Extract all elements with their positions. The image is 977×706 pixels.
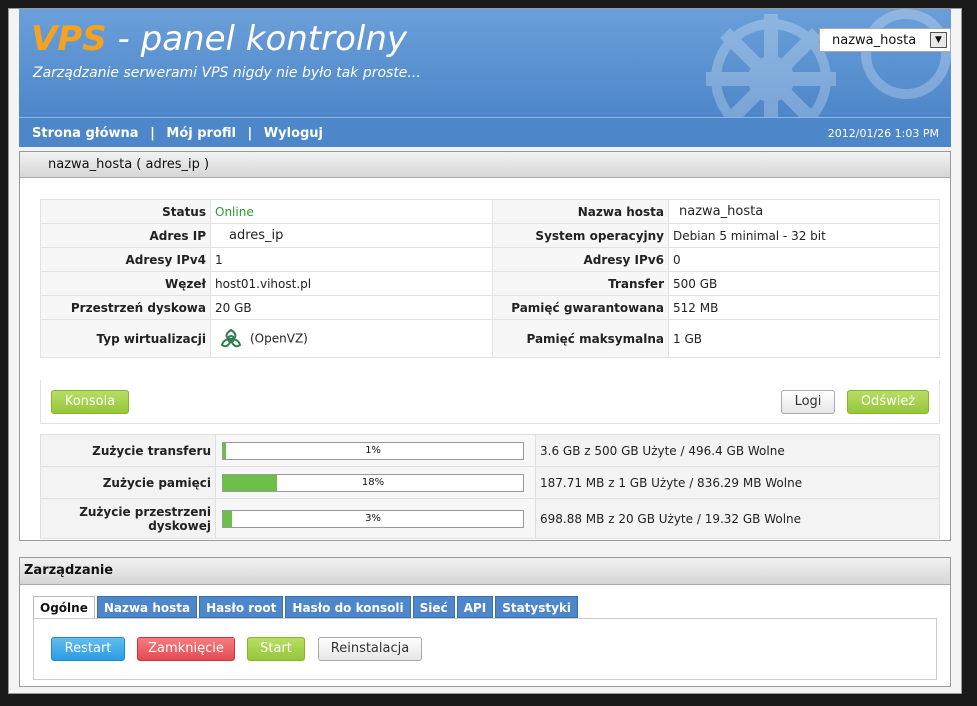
start-button[interactable]: Start xyxy=(247,637,305,661)
info-label: Pamięć maksymalna xyxy=(492,319,669,358)
hostname-value: nazwa_hosta xyxy=(668,199,940,224)
info-label: Adres IP xyxy=(40,223,211,248)
management-tabs: Ogólne Nazwa hosta Hasło root Hasło do kons… xyxy=(33,596,580,619)
usage-bar-cell: 18% xyxy=(215,466,536,499)
table-row: Typ wirtualizacji (OpenVZ) Pamięć maksym… xyxy=(40,319,940,358)
app-logo: VPS - panel kontrolny xyxy=(31,19,407,59)
progress-percent: 3% xyxy=(365,512,381,524)
os-value: Debian 5 minimal - 32 bit xyxy=(668,223,940,248)
table-row: Zużycie transferu 1% 3.6 GB z 500 GB Uży… xyxy=(40,434,940,467)
nav-home-link[interactable]: Strona główna xyxy=(32,126,139,141)
disk-value: 20 GB xyxy=(210,295,493,320)
status-value: Online xyxy=(210,199,493,224)
tab-content-general: Restart Zamknięcie Start Reinstalacja xyxy=(33,618,937,680)
virtualization-value: (OpenVZ) xyxy=(250,331,308,345)
host-select-value: nazwa_hosta xyxy=(832,33,917,48)
app-frame: VPS - panel kontrolny Zarządzanie serwer… xyxy=(8,8,962,694)
info-label: Adresy IPv4 xyxy=(40,247,211,272)
info-label: System operacyjny xyxy=(492,223,669,248)
usage-text: 187.71 MB z 1 GB Użyte / 836.29 MB Wolne xyxy=(535,466,940,499)
usage-label: Zużycie transferu xyxy=(40,434,216,467)
main-nav: Strona główna | Mój profil | Wyloguj xyxy=(32,126,323,141)
virtualization-cell: (OpenVZ) xyxy=(210,319,493,358)
refresh-button[interactable]: Odśwież xyxy=(847,390,929,414)
info-label: Przestrzeń dyskowa xyxy=(40,295,211,320)
nav-separator: | xyxy=(150,126,155,141)
usage-text: 3.6 GB z 500 GB Użyte / 496.4 GB Wolne xyxy=(535,434,940,467)
info-label: Typ wirtualizacji xyxy=(40,319,211,358)
max-memory-value: 1 GB xyxy=(668,319,940,358)
usage-text: 698.88 MB z 20 GB Użyte / 19.32 GB Wolne xyxy=(535,498,940,539)
host-select[interactable]: nazwa_hosta ▼ xyxy=(819,28,951,52)
usage-label: Zużycie pamięci xyxy=(40,466,216,499)
usage-table: Zużycie transferu 1% 3.6 GB z 500 GB Uży… xyxy=(40,434,940,539)
table-row: Zużycie przestrzeni dyskowej 3% 698.88 M… xyxy=(40,498,940,539)
host-actions-row: Konsola Logi Odśwież xyxy=(40,380,940,424)
table-row: Status Online Nazwa hosta nazwa_hosta xyxy=(40,199,940,224)
management-title: Zarządzanie xyxy=(20,558,950,585)
gear-decoration-icon xyxy=(706,9,951,117)
info-label: Węzeł xyxy=(40,271,211,296)
node-value: host01.vihost.pl xyxy=(210,271,493,296)
tagline: Zarządzanie serwerami VPS nigdy nie było… xyxy=(33,65,421,81)
usage-label: Zużycie przestrzeni dyskowej xyxy=(40,498,216,539)
usage-bar-cell: 1% xyxy=(215,434,536,467)
openvz-icon xyxy=(220,328,242,347)
restart-button[interactable]: Restart xyxy=(51,637,125,661)
info-label: Nazwa hosta xyxy=(492,199,669,224)
logo-brand: VPS xyxy=(31,19,107,59)
transfer-value: 500 GB xyxy=(668,271,940,296)
nav-profile-link[interactable]: Mój profil xyxy=(166,126,236,141)
progress-percent: 1% xyxy=(365,444,381,456)
info-label: Pamięć gwarantowana xyxy=(492,295,669,320)
info-label: Status xyxy=(40,199,211,224)
nav-separator: | xyxy=(247,126,253,141)
transfer-progress-bar: 1% xyxy=(222,441,524,460)
table-row: Zużycie pamięci 18% 187.71 MB z 1 GB Uży… xyxy=(40,466,940,499)
table-row: Adresy IPv4 1 Adresy IPv6 0 xyxy=(40,247,940,272)
ip-value: adres_ip xyxy=(210,223,493,248)
current-datetime: 2012/01/26 1:03 PM xyxy=(827,127,939,140)
tab-general[interactable]: Ogólne xyxy=(33,596,95,619)
shutdown-button[interactable]: Zamknięcie xyxy=(137,637,235,661)
host-info-table: Status Online Nazwa hosta nazwa_hosta Ad… xyxy=(40,199,940,358)
tab-hostname[interactable]: Nazwa hosta xyxy=(96,596,198,618)
console-button[interactable]: Konsola xyxy=(51,390,129,414)
nav-logout-link[interactable]: Wyloguj xyxy=(264,126,323,141)
info-label: Adresy IPv6 xyxy=(492,247,669,272)
reinstall-button[interactable]: Reinstalacja xyxy=(318,637,422,661)
tab-statistics[interactable]: Statystyki xyxy=(495,596,579,618)
management-panel: Zarządzanie Ogólne Nazwa hosta Hasło root H… xyxy=(19,557,951,687)
tab-console-password[interactable]: Hasło do konsoli xyxy=(285,596,411,618)
progress-percent: 18% xyxy=(361,476,385,488)
table-row: Adres IP adres_ip System operacyjny Debi… xyxy=(40,223,940,248)
header-banner: VPS - panel kontrolny Zarządzanie serwer… xyxy=(19,9,951,117)
disk-progress-bar: 3% xyxy=(222,509,524,528)
info-label: Transfer xyxy=(492,271,669,296)
tab-network[interactable]: Sieć xyxy=(412,596,455,618)
table-row: Przestrzeń dyskowa 20 GB Pamięć gwaranto… xyxy=(40,295,940,320)
tab-root-password[interactable]: Hasło root xyxy=(199,596,284,618)
usage-bar-cell: 3% xyxy=(215,498,536,539)
ipv6-value: 0 xyxy=(668,247,940,272)
tab-api[interactable]: API xyxy=(456,596,494,618)
navbar: Strona główna | Mój profil | Wyloguj 201… xyxy=(19,117,951,147)
host-panel-title: nazwa_hosta ( adres_ip ) xyxy=(20,152,950,178)
chevron-down-icon[interactable]: ▼ xyxy=(930,32,947,48)
host-panel: nazwa_hosta ( adres_ip ) Status Online N… xyxy=(19,151,951,541)
logs-button[interactable]: Logi xyxy=(781,390,835,414)
ipv4-value: 1 xyxy=(210,247,493,272)
table-row: Węzeł host01.vihost.pl Transfer 500 GB xyxy=(40,271,940,296)
guaranteed-memory-value: 512 MB xyxy=(668,295,940,320)
memory-progress-bar: 18% xyxy=(222,473,524,492)
logo-title: - panel kontrolny xyxy=(106,19,408,59)
